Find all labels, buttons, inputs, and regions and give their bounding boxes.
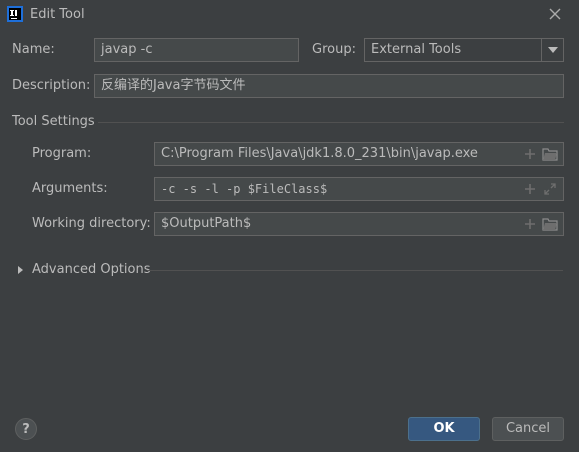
name-label: Name: xyxy=(12,42,55,57)
expand-icon[interactable] xyxy=(542,181,558,197)
close-icon[interactable] xyxy=(545,4,565,24)
description-field[interactable]: 反编译的Java字节码文件 xyxy=(94,74,564,98)
tool-settings-header: Tool Settings xyxy=(12,114,95,129)
working-directory-field[interactable]: $OutputPath$ xyxy=(154,212,564,236)
group-combobox[interactable]: External Tools xyxy=(364,38,564,62)
advanced-options-toggle[interactable]: Advanced Options xyxy=(32,258,151,282)
window-title: Edit Tool xyxy=(30,7,85,22)
ok-button[interactable]: OK xyxy=(408,417,480,441)
folder-icon[interactable] xyxy=(542,216,558,232)
cancel-button[interactable]: Cancel xyxy=(492,417,564,441)
chevron-right-icon[interactable] xyxy=(15,263,25,277)
arguments-field[interactable]: -c -s -l -p $FileClass$ xyxy=(154,177,564,201)
group-selected-value: External Tools xyxy=(371,42,462,57)
arguments-label: Arguments: xyxy=(32,181,108,196)
folder-icon[interactable] xyxy=(542,146,558,162)
working-directory-label: Working directory: xyxy=(32,216,151,231)
help-button[interactable]: ? xyxy=(15,418,37,440)
tool-settings-separator xyxy=(98,122,564,123)
description-label: Description: xyxy=(12,78,91,93)
group-label: Group: xyxy=(312,42,356,57)
plus-icon[interactable] xyxy=(522,181,538,197)
chevron-down-icon[interactable] xyxy=(541,39,563,61)
program-label: Program: xyxy=(32,146,92,161)
name-field[interactable]: javap -c xyxy=(94,38,299,62)
advanced-options-separator xyxy=(147,270,563,271)
plus-icon[interactable] xyxy=(522,146,538,162)
app-icon xyxy=(7,6,23,22)
plus-icon[interactable] xyxy=(522,216,538,232)
program-field[interactable]: C:\Program Files\Java\jdk1.8.0_231\bin\j… xyxy=(154,142,564,166)
